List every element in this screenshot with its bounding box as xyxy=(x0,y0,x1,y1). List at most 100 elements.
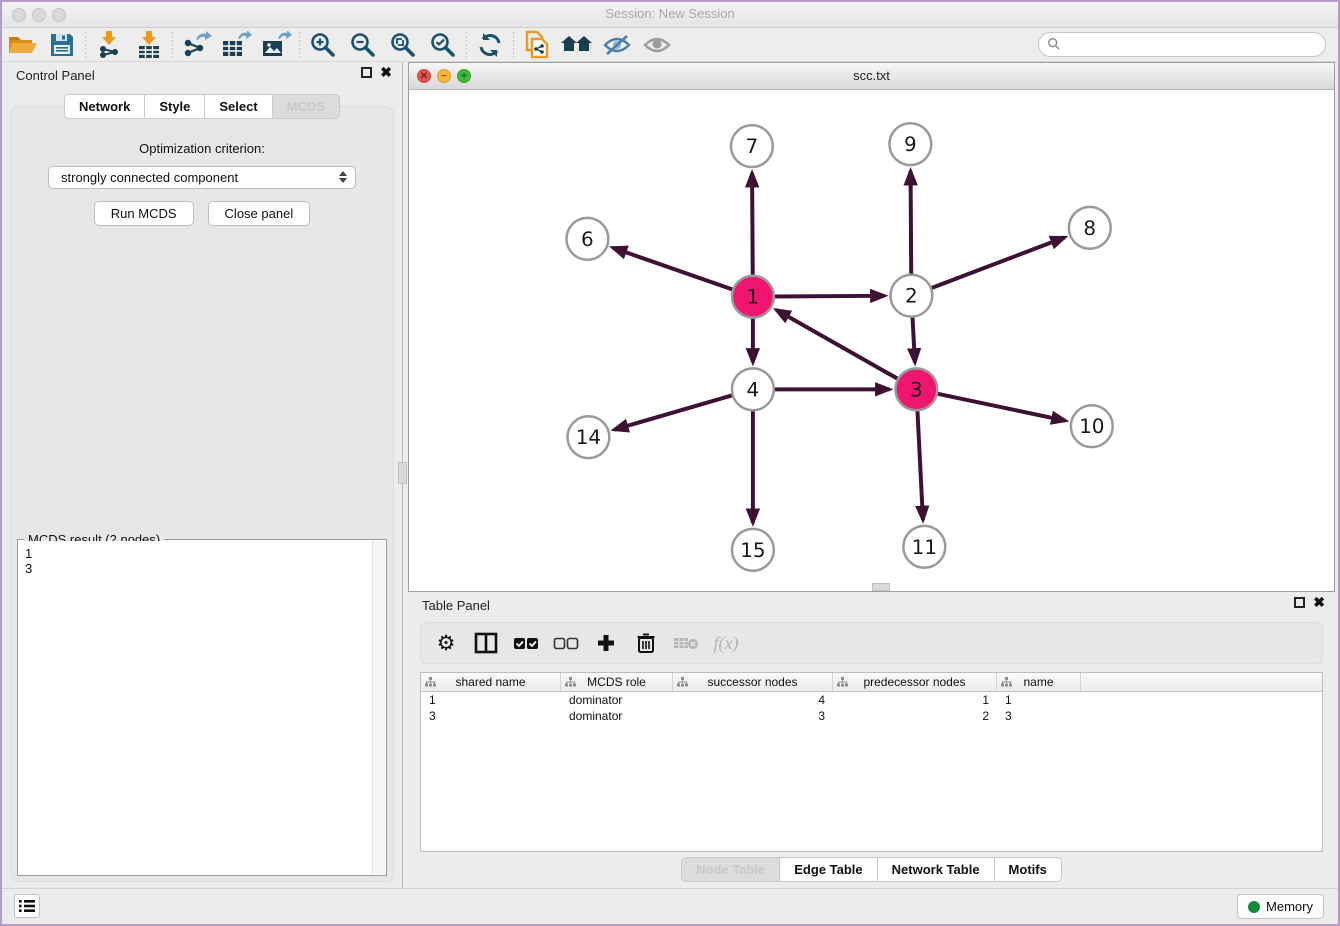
network-canvas[interactable]: 7968124314101511 xyxy=(409,90,1334,591)
node-label-8: 8 xyxy=(1083,217,1096,240)
refresh-icon[interactable] xyxy=(470,30,510,60)
column-header-name[interactable]: name xyxy=(997,673,1081,691)
network-title: scc.txt xyxy=(409,68,1334,83)
open-session-icon[interactable] xyxy=(2,30,42,60)
search-icon xyxy=(1047,37,1061,51)
toolbar-separator xyxy=(172,32,173,58)
float-table-panel-icon[interactable] xyxy=(1294,597,1305,608)
network-window-titlebar[interactable]: ✕ − + scc.txt xyxy=(409,63,1334,90)
save-session-icon[interactable] xyxy=(42,30,82,60)
application-window: Session: New Session xyxy=(0,0,1340,926)
table-cell[interactable]: 2 xyxy=(833,708,997,724)
edge-3-10[interactable] xyxy=(938,394,1066,421)
edge-1-7[interactable] xyxy=(752,173,753,275)
zoom-fit-icon[interactable] xyxy=(383,30,423,60)
memory-label: Memory xyxy=(1266,899,1313,914)
edge-3-11[interactable] xyxy=(917,411,923,520)
import-network-icon[interactable] xyxy=(89,30,129,60)
table-panel-title: Table Panel xyxy=(422,598,490,613)
edge-2-9[interactable] xyxy=(911,171,912,274)
close-panel-button[interactable]: Close panel xyxy=(208,201,311,226)
edge-1-2[interactable] xyxy=(775,296,885,297)
table-cell[interactable]: dominator xyxy=(561,692,673,708)
export-image-icon[interactable] xyxy=(256,30,296,60)
close-table-panel-icon[interactable]: ✖ xyxy=(1313,597,1325,608)
edge-2-8[interactable] xyxy=(932,237,1065,287)
table-cell[interactable]: 3 xyxy=(673,708,833,724)
table-cell[interactable]: dominator xyxy=(561,708,673,724)
result-scrollbar[interactable] xyxy=(372,541,385,874)
main-toolbar xyxy=(2,28,1338,62)
tab-style[interactable]: Style xyxy=(144,94,205,119)
gear-icon[interactable]: ⚙ xyxy=(429,628,463,658)
tab-network[interactable]: Network xyxy=(64,94,145,119)
network-view-window: ✕ − + scc.txt 7968124314101511 xyxy=(408,62,1335,592)
canvas-resize-grip[interactable] xyxy=(872,583,890,591)
toolbar-separator xyxy=(466,32,467,58)
delete-icon[interactable] xyxy=(629,628,663,658)
column-header-predecessor-nodes[interactable]: predecessor nodes xyxy=(833,673,997,691)
duplicate-network-icon[interactable] xyxy=(517,30,557,60)
first-neighbors-icon[interactable] xyxy=(557,30,597,60)
export-table-icon[interactable] xyxy=(216,30,256,60)
add-column-icon[interactable] xyxy=(589,628,623,658)
control-panel-title: Control Panel xyxy=(16,68,95,83)
node-label-7: 7 xyxy=(746,135,759,158)
run-mcds-button[interactable]: Run MCDS xyxy=(94,201,194,226)
export-network-icon[interactable] xyxy=(176,30,216,60)
show-hide-icon[interactable] xyxy=(597,30,637,60)
node-label-14: 14 xyxy=(576,426,601,449)
import-table-icon[interactable] xyxy=(129,30,169,60)
column-header-MCDS-role[interactable]: MCDS role xyxy=(561,673,673,691)
node-table[interactable]: shared nameMCDS rolesuccessor nodesprede… xyxy=(420,672,1323,852)
tab-edge-table[interactable]: Edge Table xyxy=(779,857,877,882)
table-row[interactable]: 1dominator411 xyxy=(421,692,1322,708)
edge-3-1[interactable] xyxy=(776,310,897,379)
node-label-3: 3 xyxy=(910,378,923,401)
delete-table-icon[interactable] xyxy=(669,628,703,658)
node-label-15: 15 xyxy=(740,539,765,562)
table-cell[interactable]: 3 xyxy=(421,708,561,724)
tab-network-table[interactable]: Network Table xyxy=(877,857,995,882)
node-label-11: 11 xyxy=(912,536,937,559)
column-header-shared-name[interactable]: shared name xyxy=(421,673,561,691)
split-panel-icon[interactable] xyxy=(469,628,503,658)
search-input[interactable] xyxy=(1038,32,1326,57)
table-cell[interactable]: 1 xyxy=(833,692,997,708)
table-row[interactable]: 3dominator323 xyxy=(421,708,1322,724)
list-icon xyxy=(19,899,35,913)
select-all-icon[interactable] xyxy=(509,628,543,658)
zoom-out-icon[interactable] xyxy=(343,30,383,60)
memory-button[interactable]: Memory xyxy=(1237,894,1324,919)
show-all-icon[interactable] xyxy=(637,30,677,60)
network-graph[interactable]: 7968124314101511 xyxy=(409,90,1334,591)
tab-select[interactable]: Select xyxy=(204,94,272,119)
toolbar-separator xyxy=(85,32,86,58)
tab-mcds[interactable]: MCDS xyxy=(272,94,340,119)
column-header-successor-nodes[interactable]: successor nodes xyxy=(673,673,833,691)
edge-1-6[interactable] xyxy=(613,248,732,290)
memory-status-icon xyxy=(1248,901,1260,913)
zoom-selected-icon[interactable] xyxy=(423,30,463,60)
mcds-result-list[interactable]: 1 3 xyxy=(19,541,372,874)
toolbar-separator xyxy=(513,32,514,58)
close-panel-icon[interactable]: ✖ xyxy=(380,67,392,78)
tab-motifs[interactable]: Motifs xyxy=(994,857,1062,882)
deselect-all-icon[interactable] xyxy=(549,628,583,658)
float-panel-icon[interactable] xyxy=(361,67,372,78)
table-cell[interactable]: 3 xyxy=(997,708,1081,724)
table-cell[interactable]: 1 xyxy=(421,692,561,708)
zoom-in-icon[interactable] xyxy=(303,30,343,60)
mcds-panel: Optimization criterion: strongly connect… xyxy=(10,106,394,882)
splitter-grip[interactable] xyxy=(398,462,407,484)
edge-4-14[interactable] xyxy=(614,395,732,429)
node-label-9: 9 xyxy=(904,133,917,156)
optimization-criterion-dropdown[interactable]: strongly connected component xyxy=(48,166,356,189)
task-history-button[interactable] xyxy=(14,894,40,918)
node-label-10: 10 xyxy=(1079,415,1104,438)
table-cell[interactable]: 1 xyxy=(997,692,1081,708)
search-container xyxy=(1038,32,1326,57)
edge-2-3[interactable] xyxy=(913,318,915,363)
table-cell[interactable]: 4 xyxy=(673,692,833,708)
tab-node-table[interactable]: Node Table xyxy=(681,857,780,882)
